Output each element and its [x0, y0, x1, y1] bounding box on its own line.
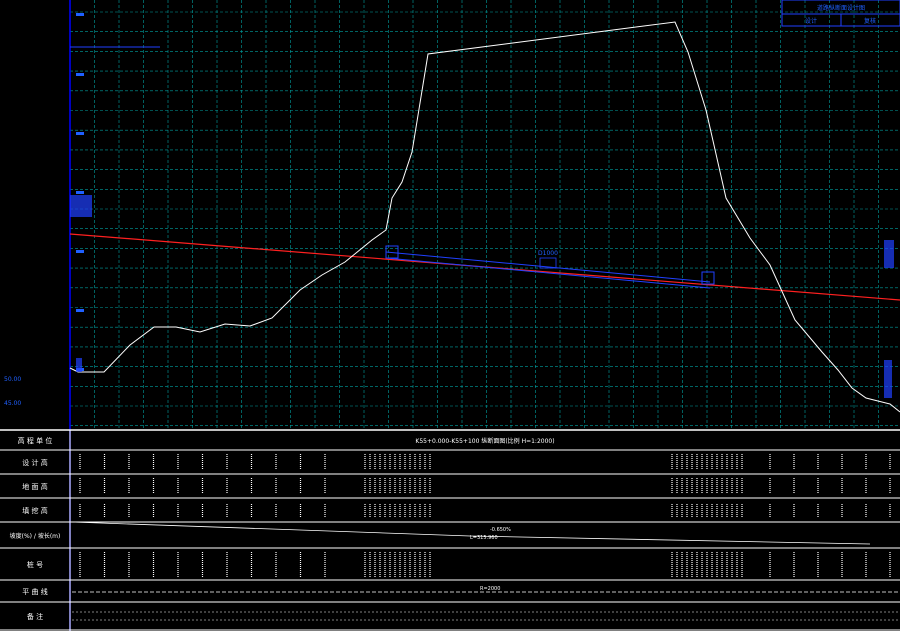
axis-tick-mark [76, 309, 84, 312]
profile-drawing: 道路纵断面设计图 设计 复核 D1000 50.00 45.00 K55+0.0… [0, 0, 900, 631]
axis-tick-mark [76, 250, 84, 253]
title-block-check: 复核 [864, 17, 876, 25]
axis-tick-mark [76, 191, 84, 194]
row-label-ground: 地 面 高 [22, 482, 47, 491]
pipe-label: D1000 [538, 250, 558, 257]
slope-length: L=315.960 [470, 535, 498, 541]
axis-tick-mark [76, 132, 84, 135]
left-label-2: 45.00 [4, 400, 21, 407]
left-label-1: 50.00 [4, 376, 21, 383]
row-label-design: 设 计 高 [22, 458, 47, 467]
row-label-units: 高 程 单 位 [18, 436, 53, 445]
canvas-background [0, 0, 900, 631]
title-block-heading: 道路纵断面设计图 [817, 4, 865, 12]
row-label-curve: 平 曲 线 [22, 587, 47, 596]
axis-tick-mark [76, 13, 84, 16]
slope-label: -0.650% [490, 527, 511, 533]
table-header-title: K55+0.000-K55+100 纵断面图(比例 H=1:2000) [415, 437, 554, 445]
title-block-design: 设计 [805, 17, 817, 25]
row-label-station: 桩 号 [27, 560, 43, 569]
row-label-slope: 坡度(%) / 坡长(m) [10, 532, 61, 540]
curve-label: R=2000 [480, 586, 500, 592]
row-label-cutfill: 填 挖 高 [22, 506, 47, 515]
row-label-notes: 备 注 [27, 612, 43, 621]
axis-tick-mark [76, 73, 84, 76]
